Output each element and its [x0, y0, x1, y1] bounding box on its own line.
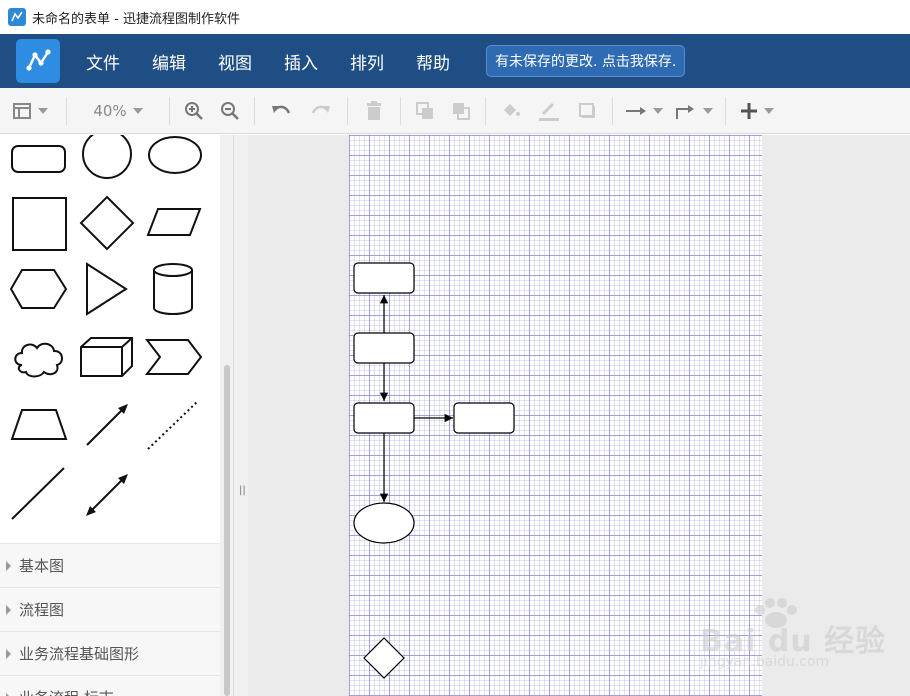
send-to-back-icon [453, 102, 470, 120]
circle-shape[interactable] [80, 135, 136, 180]
watermark-url: jingyan.baidu.com [700, 654, 830, 670]
section-label: 流程图 [19, 601, 65, 619]
app-logo-icon [16, 39, 60, 83]
process-node[interactable] [353, 332, 415, 364]
toolbar-divider [169, 96, 170, 125]
menu-insert[interactable]: 插入 [268, 49, 334, 74]
chevron-down-icon [38, 107, 48, 114]
straight-arrow-icon [626, 106, 646, 115]
window-title: 未命名的表单 - 迅捷流程图制作软件 [32, 11, 240, 27]
shape-sidebar: 基本图 流程图 业务流程基础图形 业务流程 标志 [0, 135, 234, 696]
diamond-shape[interactable] [78, 195, 136, 251]
section-label: 基本图 [19, 557, 65, 575]
chevron-right-icon [6, 692, 11, 696]
to-front-button[interactable] [407, 96, 443, 126]
trapezoid-shape[interactable] [8, 405, 70, 445]
toolbar-divider [66, 96, 67, 125]
line-shape[interactable] [8, 465, 68, 523]
chevron-down-icon [653, 107, 663, 114]
unsaved-changes-button[interactable]: 有未保存的更改. 点击我保存. [486, 45, 686, 77]
window-titlebar: 未命名的表单 - 迅捷流程图制作软件 [0, 0, 910, 34]
to-back-button[interactable] [443, 96, 479, 126]
menu-help[interactable]: 帮助 [400, 49, 466, 74]
redo-icon [311, 105, 330, 114]
pencil-icon [539, 102, 559, 121]
menu-file[interactable]: 文件 [70, 49, 136, 74]
toolbar-divider [347, 96, 348, 125]
insert-button[interactable] [732, 96, 782, 126]
zoom-select[interactable]: 40% [73, 96, 163, 126]
cloud-shape[interactable] [10, 335, 68, 379]
connector-style-button[interactable] [619, 96, 669, 126]
zoom-out-button[interactable] [212, 96, 248, 126]
terminator-node[interactable] [353, 502, 415, 544]
process-node[interactable] [453, 402, 515, 434]
undo-button[interactable] [261, 96, 301, 126]
chevron-down-icon [764, 107, 774, 114]
delete-button[interactable] [354, 96, 394, 126]
toolbar-divider [725, 96, 726, 125]
cube-shape[interactable] [78, 335, 136, 379]
menubar: 文件 编辑 视图 插入 排列 帮助 有未保存的更改. 点击我保存. [0, 34, 910, 88]
decision-node[interactable] [363, 637, 405, 679]
toolbar-divider [254, 96, 255, 125]
redo-button[interactable] [301, 96, 341, 126]
chevron-down-icon [132, 107, 143, 114]
splitter-grip-icon: || [239, 485, 246, 496]
menu-view[interactable]: 视图 [202, 49, 268, 74]
line-color-button[interactable] [530, 96, 568, 126]
zoom-out-icon [221, 101, 239, 120]
plus-icon [741, 102, 757, 119]
section-business-icons[interactable]: 业务流程 标志 [0, 675, 220, 696]
undo-icon [272, 105, 291, 114]
bring-to-front-icon [416, 101, 433, 119]
process-node[interactable] [353, 262, 415, 294]
section-business-basic[interactable]: 业务流程基础图形 [0, 631, 220, 675]
zoom-level: 40% [93, 101, 127, 120]
toolbar-divider [400, 96, 401, 125]
zoom-in-button[interactable] [176, 96, 212, 126]
process-node[interactable] [353, 402, 415, 434]
chevron-right-icon [6, 604, 11, 615]
arrow-shape[interactable] [82, 400, 132, 450]
shadow-button[interactable] [568, 96, 606, 126]
dotted-line-shape[interactable] [144, 397, 202, 451]
triangle-shape[interactable] [82, 260, 132, 318]
fill-color-button[interactable] [492, 96, 530, 126]
toolbar: 40% [0, 88, 910, 134]
parallelogram-shape[interactable] [144, 205, 204, 241]
page-layout-button[interactable] [0, 96, 60, 126]
section-label: 业务流程基础图形 [19, 645, 140, 663]
baidu-watermark: Bai du 经验 jingyan.baidu.com [700, 598, 900, 678]
bidirectional-arrow-shape[interactable] [82, 470, 132, 520]
layout-icon [13, 102, 31, 119]
waypoints-button[interactable] [669, 96, 719, 126]
chevron-down-icon [703, 107, 713, 114]
step-shape[interactable] [144, 337, 204, 377]
rounded-rectangle-shape[interactable] [10, 140, 68, 176]
elbow-connector-icon [676, 104, 694, 119]
toolbar-divider [612, 96, 613, 125]
section-flowchart[interactable]: 流程图 [0, 587, 220, 631]
chevron-right-icon [6, 560, 11, 571]
shadow-icon [579, 102, 595, 118]
section-label: 业务流程 标志 [19, 687, 114, 696]
sidebar-splitter[interactable]: || [234, 135, 248, 696]
paint-bucket-icon [504, 103, 520, 116]
toolbar-divider [485, 96, 486, 125]
app-icon [8, 8, 26, 26]
ellipse-shape[interactable] [146, 135, 204, 175]
shape-palette [0, 135, 220, 543]
hexagon-shape[interactable] [8, 265, 70, 315]
zoom-in-icon [185, 101, 203, 120]
cylinder-shape[interactable] [150, 260, 198, 318]
sidebar-scrollbar-thumb[interactable] [224, 365, 230, 696]
section-basic[interactable]: 基本图 [0, 543, 220, 587]
menu-edit[interactable]: 编辑 [136, 49, 202, 74]
chevron-right-icon [6, 648, 11, 659]
square-shape[interactable] [10, 195, 70, 253]
trash-icon [367, 100, 381, 120]
menu-arrange[interactable]: 排列 [334, 49, 400, 74]
